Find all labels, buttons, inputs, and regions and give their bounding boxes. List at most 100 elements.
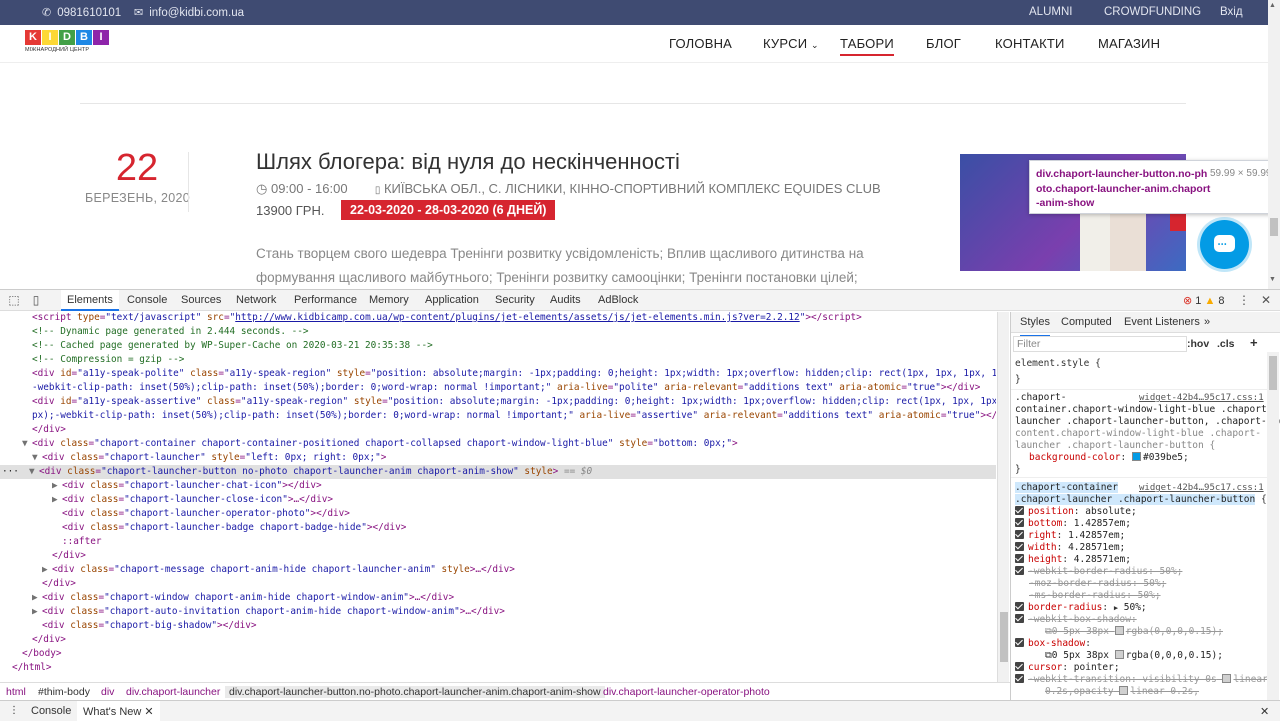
dom-node[interactable]: ▶ <div class="chaport-message chaport-ani… — [0, 563, 515, 577]
expand-triangle-icon[interactable]: ▼ — [29, 465, 39, 479]
dom-node[interactable]: <script type="text/javascript" src="http… — [0, 312, 862, 325]
expand-triangle-icon[interactable]: ▼ — [32, 451, 42, 465]
dom-node[interactable]: ▼ <div class="chaport-launcher" style="le… — [0, 451, 386, 465]
prop-height[interactable]: height: 4.28571em; — [1015, 554, 1131, 566]
dom-comment[interactable]: <!-- Cached page generated by WP-Super-C… — [0, 339, 433, 353]
collapse-triangle-icon[interactable]: ▶ — [32, 591, 42, 605]
class-toggle[interactable]: .cls — [1217, 338, 1235, 350]
device-toolbar-icon[interactable]: ▯ — [29, 293, 43, 307]
dom-node[interactable]: </div> — [0, 577, 76, 591]
prop-ms-border-radius[interactable]: -ms-border-radius: 50%; — [1029, 590, 1161, 602]
nav-courses[interactable]: КУРСИ ⌄ — [763, 36, 819, 51]
dom-node[interactable]: <div class="chaport-launcher-operator-ph… — [0, 507, 350, 521]
dom-pseudo[interactable]: ::after — [0, 535, 102, 549]
crumb-body[interactable]: #thim-body — [38, 686, 90, 698]
prop-width[interactable]: width: 4.28571em; — [1015, 542, 1125, 554]
prop-right[interactable]: right: 1.42857em; — [1015, 530, 1125, 542]
more-tabs-icon[interactable]: » — [1204, 316, 1210, 328]
collapse-triangle-icon[interactable]: ▶ — [42, 563, 52, 577]
dom-node[interactable]: </html> — [0, 661, 52, 675]
nav-blog[interactable]: БЛОГ — [926, 36, 961, 51]
dom-scrollbar[interactable] — [997, 312, 1009, 682]
collapse-triangle-icon[interactable]: ▶ — [32, 605, 42, 619]
tab-performance[interactable]: Performance — [294, 294, 357, 306]
page-scrollbar[interactable]: ▲ ▼ — [1268, 0, 1280, 289]
tab-styles[interactable]: Styles — [1020, 316, 1050, 337]
tab-console[interactable]: Console — [127, 294, 167, 306]
prop-webkit-transition[interactable]: -webkit-transition: visibility 0s linear — [1015, 674, 1268, 686]
tab-elements[interactable]: Elements — [61, 290, 119, 311]
nav-home[interactable]: ГОЛОВНА — [669, 36, 732, 51]
tab-event-listeners[interactable]: Event Listeners — [1124, 316, 1200, 328]
nav-contacts[interactable]: КОНТАКТИ — [995, 36, 1065, 51]
dom-node[interactable]: </body> — [0, 647, 62, 661]
event-title[interactable]: Шлях блогера: від нуля до нескінченності — [256, 149, 680, 175]
scrollbar-thumb[interactable] — [1270, 218, 1278, 236]
prop-background-color[interactable]: background-color: #039be5; — [1029, 452, 1189, 464]
email-contact[interactable]: ✉ info@kidbi.com.ua — [134, 6, 244, 19]
more-options-icon[interactable]: ⋮ — [1237, 293, 1251, 307]
dom-node[interactable]: </div> — [0, 423, 66, 437]
scrollbar-thumb[interactable] — [1269, 356, 1277, 390]
close-icon[interactable]: ✕ — [144, 706, 153, 718]
drawer-tab-console[interactable]: Console — [31, 705, 71, 717]
dom-node[interactable]: ▶ <div class="chaport-auto-invitation cha… — [0, 605, 505, 619]
shadow-editor-icon[interactable]: ⧉ — [1045, 650, 1052, 661]
alumni-link[interactable]: ALUMNI — [1029, 6, 1072, 18]
chat-launcher-button[interactable]: ••• — [1200, 220, 1249, 269]
prop-moz-border-radius[interactable]: -moz-border-radius: 50%; — [1029, 578, 1166, 590]
dom-node[interactable]: <div class="chaport-launcher-badge chapo… — [0, 521, 406, 535]
issue-counts[interactable]: ⊗ 1 ▲ 8 — [1183, 294, 1225, 307]
styles-filter-input[interactable]: Filter — [1013, 336, 1187, 352]
dom-node[interactable]: </div> — [0, 633, 66, 647]
drawer-menu-icon[interactable]: ⋮ — [9, 705, 19, 716]
color-swatch[interactable] — [1131, 452, 1141, 461]
dom-node[interactable]: <div id="a11y-speak-assertive" class="a1… — [0, 395, 996, 409]
crowdfunding-link[interactable]: CROWDFUNDING — [1104, 6, 1201, 18]
drawer-tab-whats-new[interactable]: What's New ✕ — [77, 701, 160, 722]
login-link[interactable]: Вхід — [1220, 6, 1243, 18]
shadow-editor-icon[interactable]: ⧉ — [1045, 626, 1052, 637]
tab-sources[interactable]: Sources — [181, 294, 221, 306]
dom-node[interactable]: ▼ <div class="chaport-container chaport-c… — [0, 437, 738, 451]
inspect-element-icon[interactable]: ⬚ — [7, 293, 21, 307]
collapse-triangle-icon[interactable]: ▶ — [52, 479, 62, 493]
crumb-html[interactable]: html — [6, 686, 26, 698]
crumb-div[interactable]: div — [101, 686, 114, 698]
prop-position[interactable]: position: absolute; — [1015, 506, 1137, 518]
dom-node[interactable]: </div> — [0, 549, 86, 563]
dom-node[interactable]: ▶ <div class="chaport-launcher-chat-icon"… — [0, 479, 322, 493]
close-devtools-icon[interactable]: ✕ — [1259, 293, 1273, 307]
nav-camps[interactable]: ТАБОРИ — [840, 36, 894, 56]
crumb-launcher-button[interactable]: div.chaport-launcher-button.no-photo.cha… — [225, 686, 605, 698]
styles-scrollbar[interactable] — [1267, 352, 1279, 700]
prop-cursor[interactable]: cursor: pointer; — [1015, 662, 1120, 674]
prop-bottom[interactable]: bottom: 1.42857em; — [1015, 518, 1131, 530]
dom-node[interactable]: ▶ <div class="chaport-launcher-close-icon… — [0, 493, 333, 507]
new-rule-icon[interactable]: + — [1250, 335, 1258, 350]
scrollbar-thumb[interactable] — [1000, 612, 1008, 662]
hover-state-toggle[interactable]: :hov — [1187, 338, 1209, 350]
prop-webkit-box-shadow[interactable]: -webkit-box-shadow: — [1015, 614, 1137, 626]
dom-comment[interactable]: <!-- Dynamic page generated in 2.444 sec… — [0, 325, 309, 339]
tab-application[interactable]: Application — [425, 294, 479, 306]
prop-webkit-border-radius[interactable]: -webkit-border-radius: 50%; — [1015, 566, 1182, 578]
expand-triangle-icon[interactable]: ▼ — [22, 437, 32, 451]
close-drawer-icon[interactable]: ✕ — [1260, 705, 1269, 718]
scroll-up-icon[interactable]: ▲ — [1269, 2, 1276, 9]
dom-comment[interactable]: <!-- Compression = gzip --> — [0, 353, 184, 367]
kidbi-logo[interactable]: KIDBI МІЖНАРОДНИЙ ЦЕНТР — [25, 30, 115, 58]
tab-adblock[interactable]: AdBlock — [598, 294, 638, 306]
phone-contact[interactable]: ✆ 0981610101 — [42, 6, 121, 19]
nav-shop[interactable]: МАГАЗИН — [1098, 36, 1160, 51]
tab-memory[interactable]: Memory — [369, 294, 409, 306]
tab-computed[interactable]: Computed — [1061, 316, 1112, 328]
tab-audits[interactable]: Audits — [550, 294, 581, 306]
tab-security[interactable]: Security — [495, 294, 535, 306]
scroll-down-icon[interactable]: ▼ — [1269, 276, 1276, 283]
tab-network[interactable]: Network — [236, 294, 276, 306]
dom-node[interactable]: <div class="chaport-big-shadow"></div> — [0, 619, 257, 633]
prop-box-shadow[interactable]: box-shadow: — [1015, 638, 1091, 650]
crumb-operator-photo[interactable]: div.chaport-launcher-operator-photo — [603, 686, 770, 698]
prop-border-radius[interactable]: border-radius: ▶ 50%; — [1015, 602, 1147, 614]
